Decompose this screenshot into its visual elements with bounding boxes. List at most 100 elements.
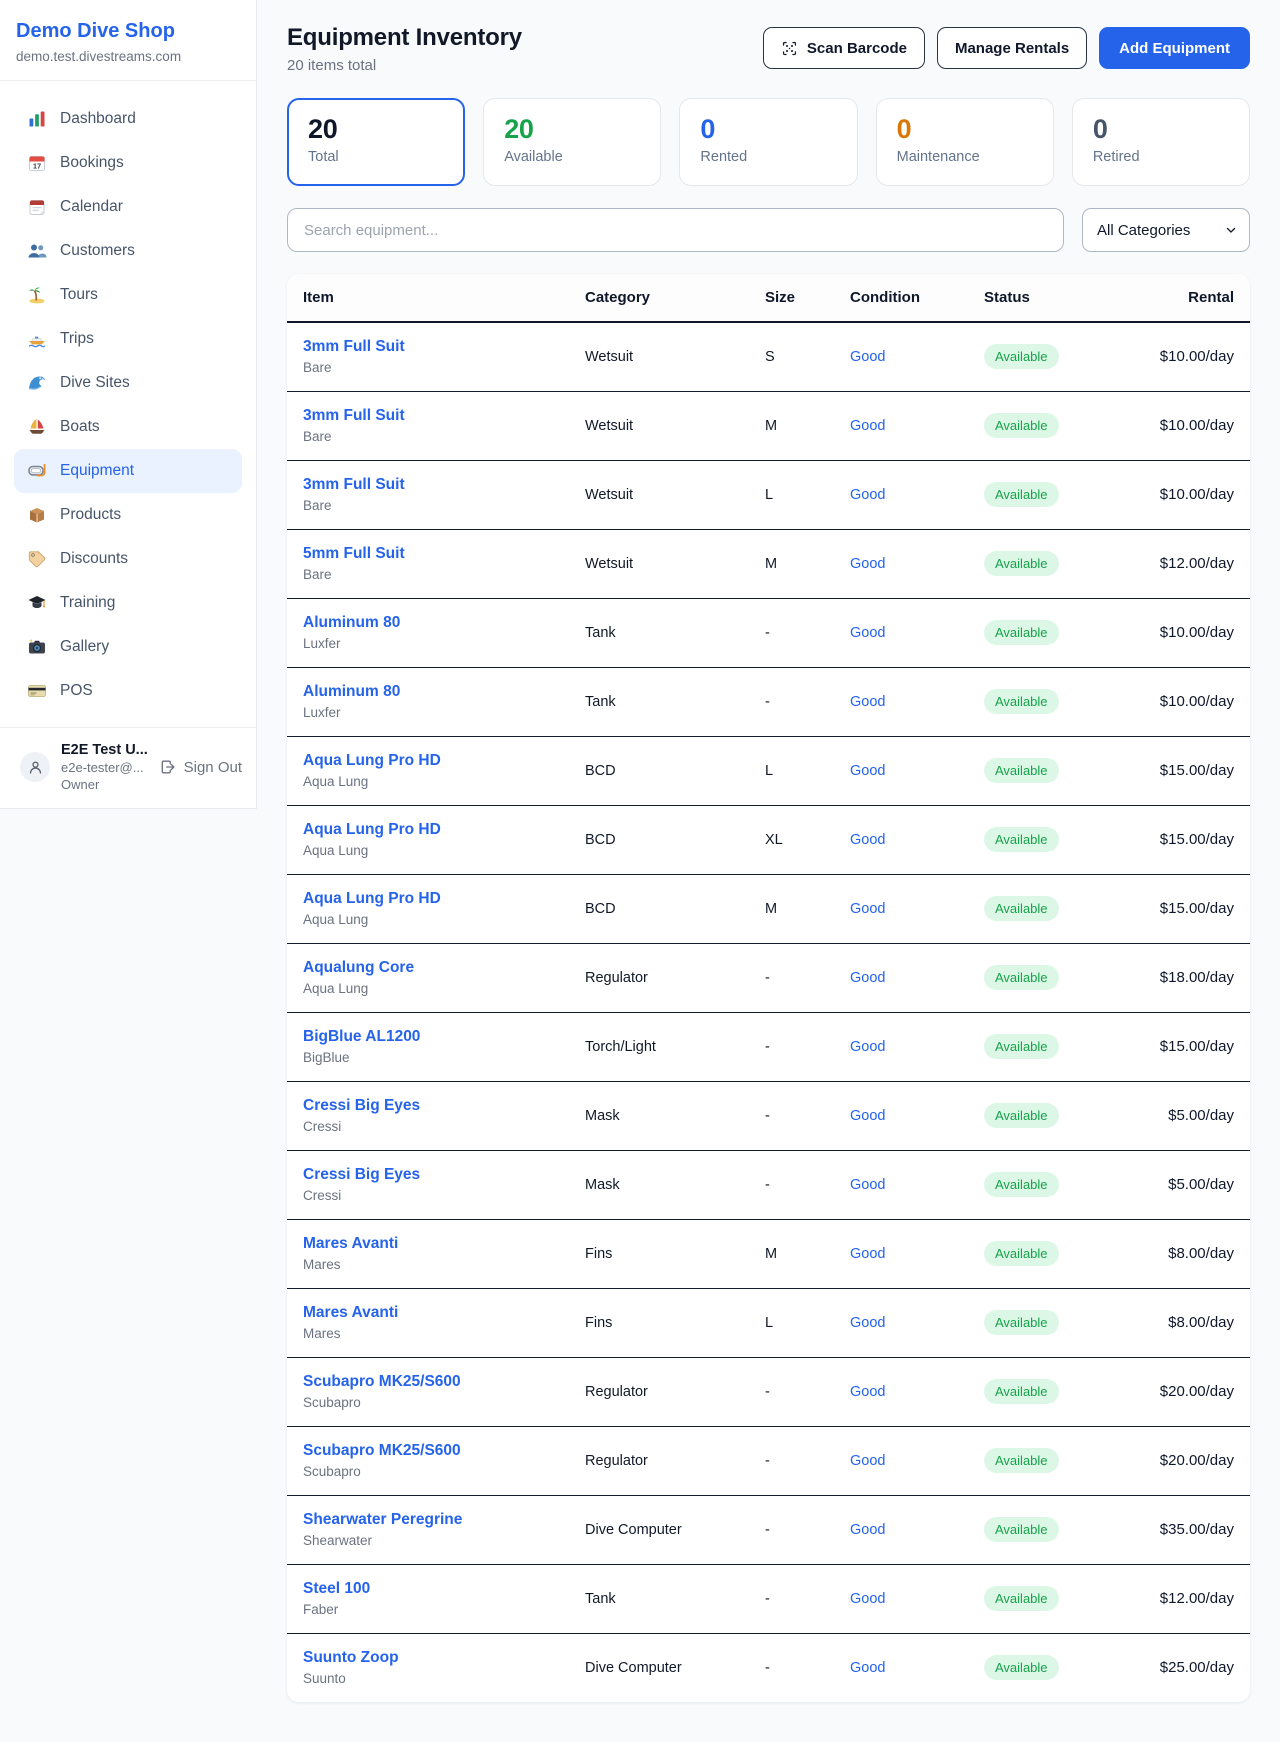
status-badge: Available <box>984 1517 1059 1542</box>
item-name-link[interactable]: Aluminum 80 <box>303 614 553 632</box>
item-condition-link[interactable]: Good <box>850 625 885 641</box>
sidebar-item-pos[interactable]: POS <box>14 669 242 713</box>
item-name-link[interactable]: Mares Avanti <box>303 1235 553 1253</box>
item-name-link[interactable]: Cressi Big Eyes <box>303 1166 553 1184</box>
trips-icon <box>27 329 47 349</box>
item-condition-link[interactable]: Good <box>850 1315 885 1331</box>
item-name-link[interactable]: Scubapro MK25/S600 <box>303 1442 553 1460</box>
stat-card-available[interactable]: 20 Available <box>483 98 661 186</box>
item-condition-link[interactable]: Good <box>850 1522 885 1538</box>
item-category: Dive Computer <box>585 1522 682 1538</box>
item-name-link[interactable]: Mares Avanti <box>303 1304 553 1322</box>
item-condition-link[interactable]: Good <box>850 1384 885 1400</box>
stat-card-retired[interactable]: 0 Retired <box>1072 98 1250 186</box>
category-select[interactable]: All Categories <box>1082 208 1250 252</box>
sidebar-item-label: POS <box>60 682 93 700</box>
item-name-link[interactable]: Aluminum 80 <box>303 683 553 701</box>
item-name-link[interactable]: Steel 100 <box>303 1580 553 1598</box>
item-rental: $18.00/day <box>1119 943 1250 1012</box>
item-name-link[interactable]: 5mm Full Suit <box>303 545 553 563</box>
status-badge: Available <box>984 1172 1059 1197</box>
item-brand: BigBlue <box>303 1050 553 1065</box>
sidebar-item-tours[interactable]: Tours <box>14 273 242 317</box>
item-name-link[interactable]: Aqua Lung Pro HD <box>303 821 553 839</box>
stat-label: Total <box>308 149 444 165</box>
item-condition-link[interactable]: Good <box>850 1246 885 1262</box>
manage-rentals-button[interactable]: Manage Rentals <box>937 27 1087 69</box>
item-name-link[interactable]: BigBlue AL1200 <box>303 1028 553 1046</box>
sidebar-item-products[interactable]: Products <box>14 493 242 537</box>
item-brand: Aqua Lung <box>303 981 553 996</box>
brand-name[interactable]: Demo Dive Shop <box>16 20 240 43</box>
item-name-link[interactable]: Suunto Zoop <box>303 1649 553 1667</box>
item-condition-link[interactable]: Good <box>850 1108 885 1124</box>
item-category: Tank <box>585 694 616 710</box>
item-name-link[interactable]: Aqua Lung Pro HD <box>303 752 553 770</box>
item-rental: $15.00/day <box>1119 1012 1250 1081</box>
item-size: - <box>765 625 770 641</box>
sidebar-item-training[interactable]: Training <box>14 581 242 625</box>
item-brand: Faber <box>303 1602 553 1617</box>
item-name-link[interactable]: Shearwater Peregrine <box>303 1511 553 1529</box>
scan-barcode-button[interactable]: Scan Barcode <box>763 27 925 69</box>
item-name-link[interactable]: 3mm Full Suit <box>303 338 553 356</box>
item-name-link[interactable]: Aqualung Core <box>303 959 553 977</box>
boats-icon <box>27 417 47 437</box>
item-size: - <box>765 1591 770 1607</box>
category-select-value: All Categories <box>1097 222 1190 239</box>
sidebar-item-bookings[interactable]: 17 Bookings <box>14 141 242 185</box>
sidebar-item-label: Bookings <box>60 154 124 172</box>
item-size: L <box>765 1315 773 1331</box>
sidebar-item-boats[interactable]: Boats <box>14 405 242 449</box>
add-equipment-button[interactable]: Add Equipment <box>1099 27 1250 69</box>
stat-card-rented[interactable]: 0 Rented <box>679 98 857 186</box>
item-name-link[interactable]: 3mm Full Suit <box>303 476 553 494</box>
sign-out-button[interactable]: Sign Out <box>159 758 242 776</box>
table-body: 3mm Full Suit Bare Wetsuit S Good Availa… <box>287 322 1250 1702</box>
sidebar-item-gallery[interactable]: Gallery <box>14 625 242 669</box>
sidebar-item-discounts[interactable]: Discounts <box>14 537 242 581</box>
col-header-category: Category <box>569 274 749 322</box>
stat-card-total[interactable]: 20 Total <box>287 98 465 186</box>
sidebar-item-dive-sites[interactable]: Dive Sites <box>14 361 242 405</box>
item-condition-link[interactable]: Good <box>850 418 885 434</box>
item-condition-link[interactable]: Good <box>850 694 885 710</box>
item-rental: $20.00/day <box>1119 1426 1250 1495</box>
item-condition-link[interactable]: Good <box>850 349 885 365</box>
item-condition-link[interactable]: Good <box>850 763 885 779</box>
sidebar-item-customers[interactable]: Customers <box>14 229 242 273</box>
item-condition-link[interactable]: Good <box>850 1453 885 1469</box>
sidebar-item-trips[interactable]: Trips <box>14 317 242 361</box>
item-size: XL <box>765 832 783 848</box>
sidebar-item-label: Dashboard <box>60 110 136 128</box>
table-row: Aqua Lung Pro HD Aqua Lung BCD XL Good A… <box>287 805 1250 874</box>
item-name-link[interactable]: Aqua Lung Pro HD <box>303 890 553 908</box>
status-badge: Available <box>984 1586 1059 1611</box>
avatar <box>20 752 50 782</box>
sidebar-item-label: Equipment <box>60 462 134 480</box>
sidebar-item-dashboard[interactable]: Dashboard <box>14 97 242 141</box>
item-condition-link[interactable]: Good <box>850 487 885 503</box>
item-condition-link[interactable]: Good <box>850 1039 885 1055</box>
item-name-link[interactable]: 3mm Full Suit <box>303 407 553 425</box>
item-condition-link[interactable]: Good <box>850 1660 885 1676</box>
item-condition-link[interactable]: Good <box>850 1177 885 1193</box>
item-condition-link[interactable]: Good <box>850 832 885 848</box>
sidebar-item-calendar[interactable]: Calendar <box>14 185 242 229</box>
item-condition-link[interactable]: Good <box>850 970 885 986</box>
sidebar-item-equipment[interactable]: Equipment <box>14 449 242 493</box>
item-condition-link[interactable]: Good <box>850 1591 885 1607</box>
item-category: Mask <box>585 1108 620 1124</box>
item-condition-link[interactable]: Good <box>850 901 885 917</box>
item-name-link[interactable]: Scubapro MK25/S600 <box>303 1373 553 1391</box>
item-rental: $10.00/day <box>1119 391 1250 460</box>
item-name-link[interactable]: Cressi Big Eyes <box>303 1097 553 1115</box>
item-brand: Cressi <box>303 1188 553 1203</box>
stat-card-maintenance[interactable]: 0 Maintenance <box>876 98 1054 186</box>
sidebar: Demo Dive Shop demo.test.divestreams.com… <box>0 0 257 809</box>
item-condition-link[interactable]: Good <box>850 556 885 572</box>
status-badge: Available <box>984 965 1059 990</box>
discounts-icon <box>27 549 47 569</box>
col-header-rental: Rental <box>1119 274 1250 322</box>
search-input[interactable] <box>287 208 1064 252</box>
